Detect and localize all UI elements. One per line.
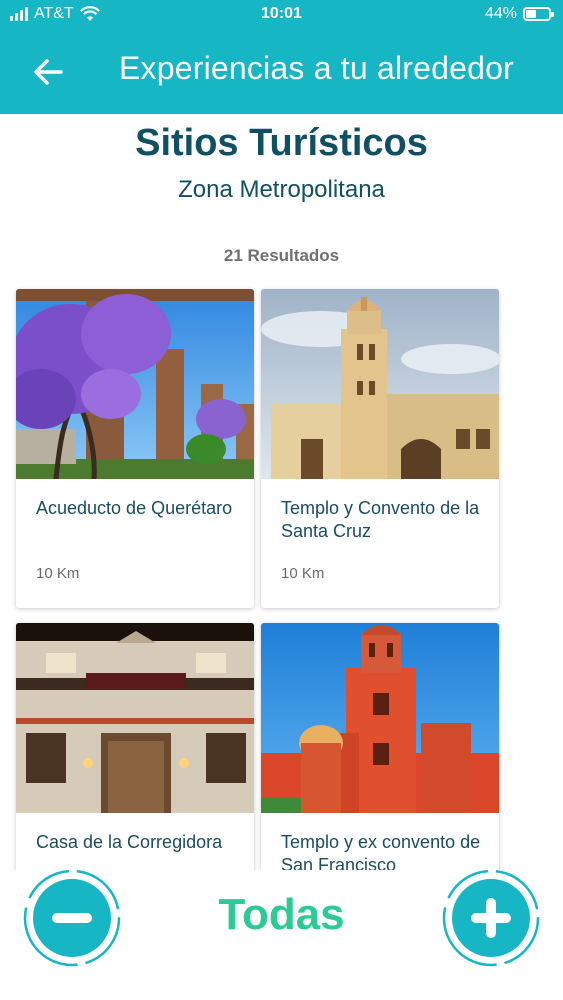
clock: 10:01 (261, 5, 302, 22)
app-bar: Experiencias a tu alrededor (0, 30, 563, 114)
place-photo (16, 289, 254, 479)
status-bar: AT&T 10:01 44% (0, 0, 563, 30)
place-name: Acueducto de Querétaro (36, 498, 233, 518)
battery-level (526, 10, 536, 18)
increase-button[interactable] (441, 868, 541, 968)
battery-group: 44% (484, 5, 554, 23)
page-subtitle: Zona Metropolitana (178, 176, 385, 203)
place-photo (16, 623, 254, 813)
place-photo (261, 289, 499, 479)
place-name: Casa de la Corregidora (36, 832, 223, 852)
plus-icon (442, 869, 540, 967)
place-distance: 10 Km (36, 565, 80, 582)
place-name: Templo y Convento de la Santa Cruz (281, 498, 480, 541)
battery-percent: 44% (484, 5, 517, 22)
page-title: Sitios Turísticos (135, 122, 428, 164)
battery-icon (523, 7, 554, 21)
arrow-left-icon (34, 59, 63, 85)
place-card[interactable]: Acueducto de Querétaro 10 Km (16, 289, 254, 608)
app-bar-title: Experiencias a tu alrededor (119, 50, 514, 86)
results-count: 21 Resultados (223, 246, 340, 265)
place-photo (261, 623, 499, 813)
back-button[interactable] (28, 52, 68, 92)
place-card[interactable]: Templo y Convento de la Santa Cruz 10 Km (261, 289, 499, 608)
place-distance: 10 Km (281, 565, 325, 582)
